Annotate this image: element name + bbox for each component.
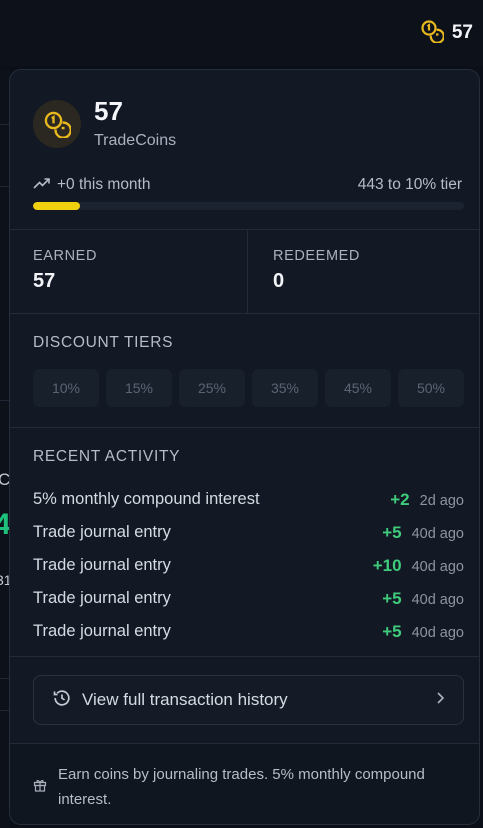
top-bar: 57 <box>0 0 483 66</box>
footer-text: Earn coins by journaling trades. 5% mont… <box>58 766 425 808</box>
month-change-text: +0 this month <box>57 176 151 193</box>
redeemed-stat: REDEEMED 0 <box>273 230 463 313</box>
activity-time: 40d ago <box>411 558 464 575</box>
earned-label: EARNED <box>33 248 98 264</box>
tier-chip: 35% <box>252 369 318 407</box>
activity-label: Trade journal entry <box>33 523 171 541</box>
list-item: Trade journal entry +10 40d ago <box>33 549 464 582</box>
coin-count: 57 <box>451 22 473 43</box>
discount-tiers-title: DISCOUNT TIERS <box>33 334 174 351</box>
activity-list: 5% monthly compound interest +2 2d ago T… <box>33 483 464 648</box>
activity-time: 40d ago <box>411 591 464 608</box>
list-item: Trade journal entry +5 40d ago <box>33 516 464 549</box>
activity-label: Trade journal entry <box>33 589 171 607</box>
earned-stat: EARNED 57 <box>33 230 233 313</box>
activity-amount: +5 <box>382 522 402 542</box>
activity-label: 5% monthly compound interest <box>33 490 260 508</box>
balance-value: 57 <box>94 96 123 126</box>
activity-amount: +10 <box>372 555 402 575</box>
activity-time: 2d ago <box>419 492 464 509</box>
view-history-label: View full transaction history <box>82 690 288 709</box>
next-tier-text: 443 to 10% tier <box>357 176 462 193</box>
activity-label: Trade journal entry <box>33 556 171 574</box>
coins-icon <box>420 19 445 48</box>
coin-balance-button[interactable]: 57 <box>420 19 473 48</box>
tier-progress-fill <box>33 202 81 210</box>
month-progress-row: +0 this month 443 to 10% tier <box>33 174 462 196</box>
list-item: Trade journal entry +5 40d ago <box>33 615 464 648</box>
stat-divider <box>247 230 248 313</box>
tradecoins-popover: 57 TradeCoins +0 this month 443 to 10% t… <box>9 69 480 825</box>
divider <box>10 313 479 314</box>
tier-chip: 25% <box>179 369 245 407</box>
activity-time: 40d ago <box>411 525 464 542</box>
activity-time: 40d ago <box>411 624 464 641</box>
activity-amount: +5 <box>382 621 402 641</box>
gift-icon <box>33 778 47 797</box>
coins-badge-icon <box>33 100 81 148</box>
tier-chip: 10% <box>33 369 99 407</box>
chevron-right-icon <box>435 691 445 710</box>
divider <box>10 427 479 428</box>
redeemed-value: 0 <box>273 270 285 292</box>
divider <box>10 656 479 657</box>
activity-amount: +5 <box>382 588 402 608</box>
redeemed-label: REDEEMED <box>273 248 360 264</box>
discount-tiers-list: 10% 15% 25% 35% 45% 50% <box>33 369 464 407</box>
earned-value: 57 <box>33 270 56 292</box>
tier-chip: 50% <box>398 369 464 407</box>
list-item: Trade journal entry +5 40d ago <box>33 582 464 615</box>
history-icon <box>52 688 72 713</box>
balance-unit: TradeCoins <box>94 132 177 149</box>
recent-activity-title: RECENT ACTIVITY <box>33 448 181 465</box>
balance-header: 57 TradeCoins +0 this month 443 to 10% t… <box>10 70 479 230</box>
trending-up-icon <box>33 176 51 195</box>
tier-chip: 15% <box>106 369 172 407</box>
list-item: 5% monthly compound interest +2 2d ago <box>33 483 464 516</box>
tier-chip: 45% <box>325 369 391 407</box>
activity-amount: +2 <box>390 489 410 509</box>
tier-progress-bar <box>33 202 464 210</box>
view-history-button[interactable]: View full transaction history <box>33 675 464 725</box>
footer-info: Earn coins by journaling trades. 5% mont… <box>10 744 479 824</box>
activity-label: Trade journal entry <box>33 622 171 640</box>
